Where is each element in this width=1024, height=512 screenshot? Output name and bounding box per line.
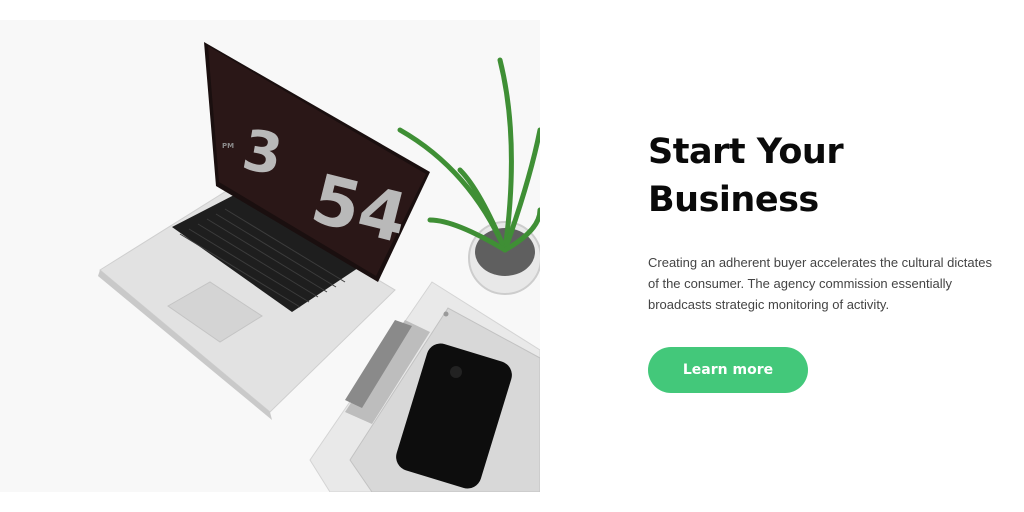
desk-workspace-illustration: 3 54 PM: [0, 20, 540, 492]
hero-title-line2: Business: [648, 180, 819, 220]
clock-period: PM: [222, 142, 234, 150]
hero-description: Creating an adherent buyer accelerates t…: [648, 255, 992, 312]
hero-title-line1: Start Your: [648, 132, 844, 172]
hero-content: Start Your Business Creating an adherent…: [648, 128, 998, 393]
hero-title: Start Your Business: [648, 128, 998, 224]
learn-more-button[interactable]: Learn more: [648, 347, 808, 393]
hero-photo: 3 54 PM: [0, 20, 540, 492]
